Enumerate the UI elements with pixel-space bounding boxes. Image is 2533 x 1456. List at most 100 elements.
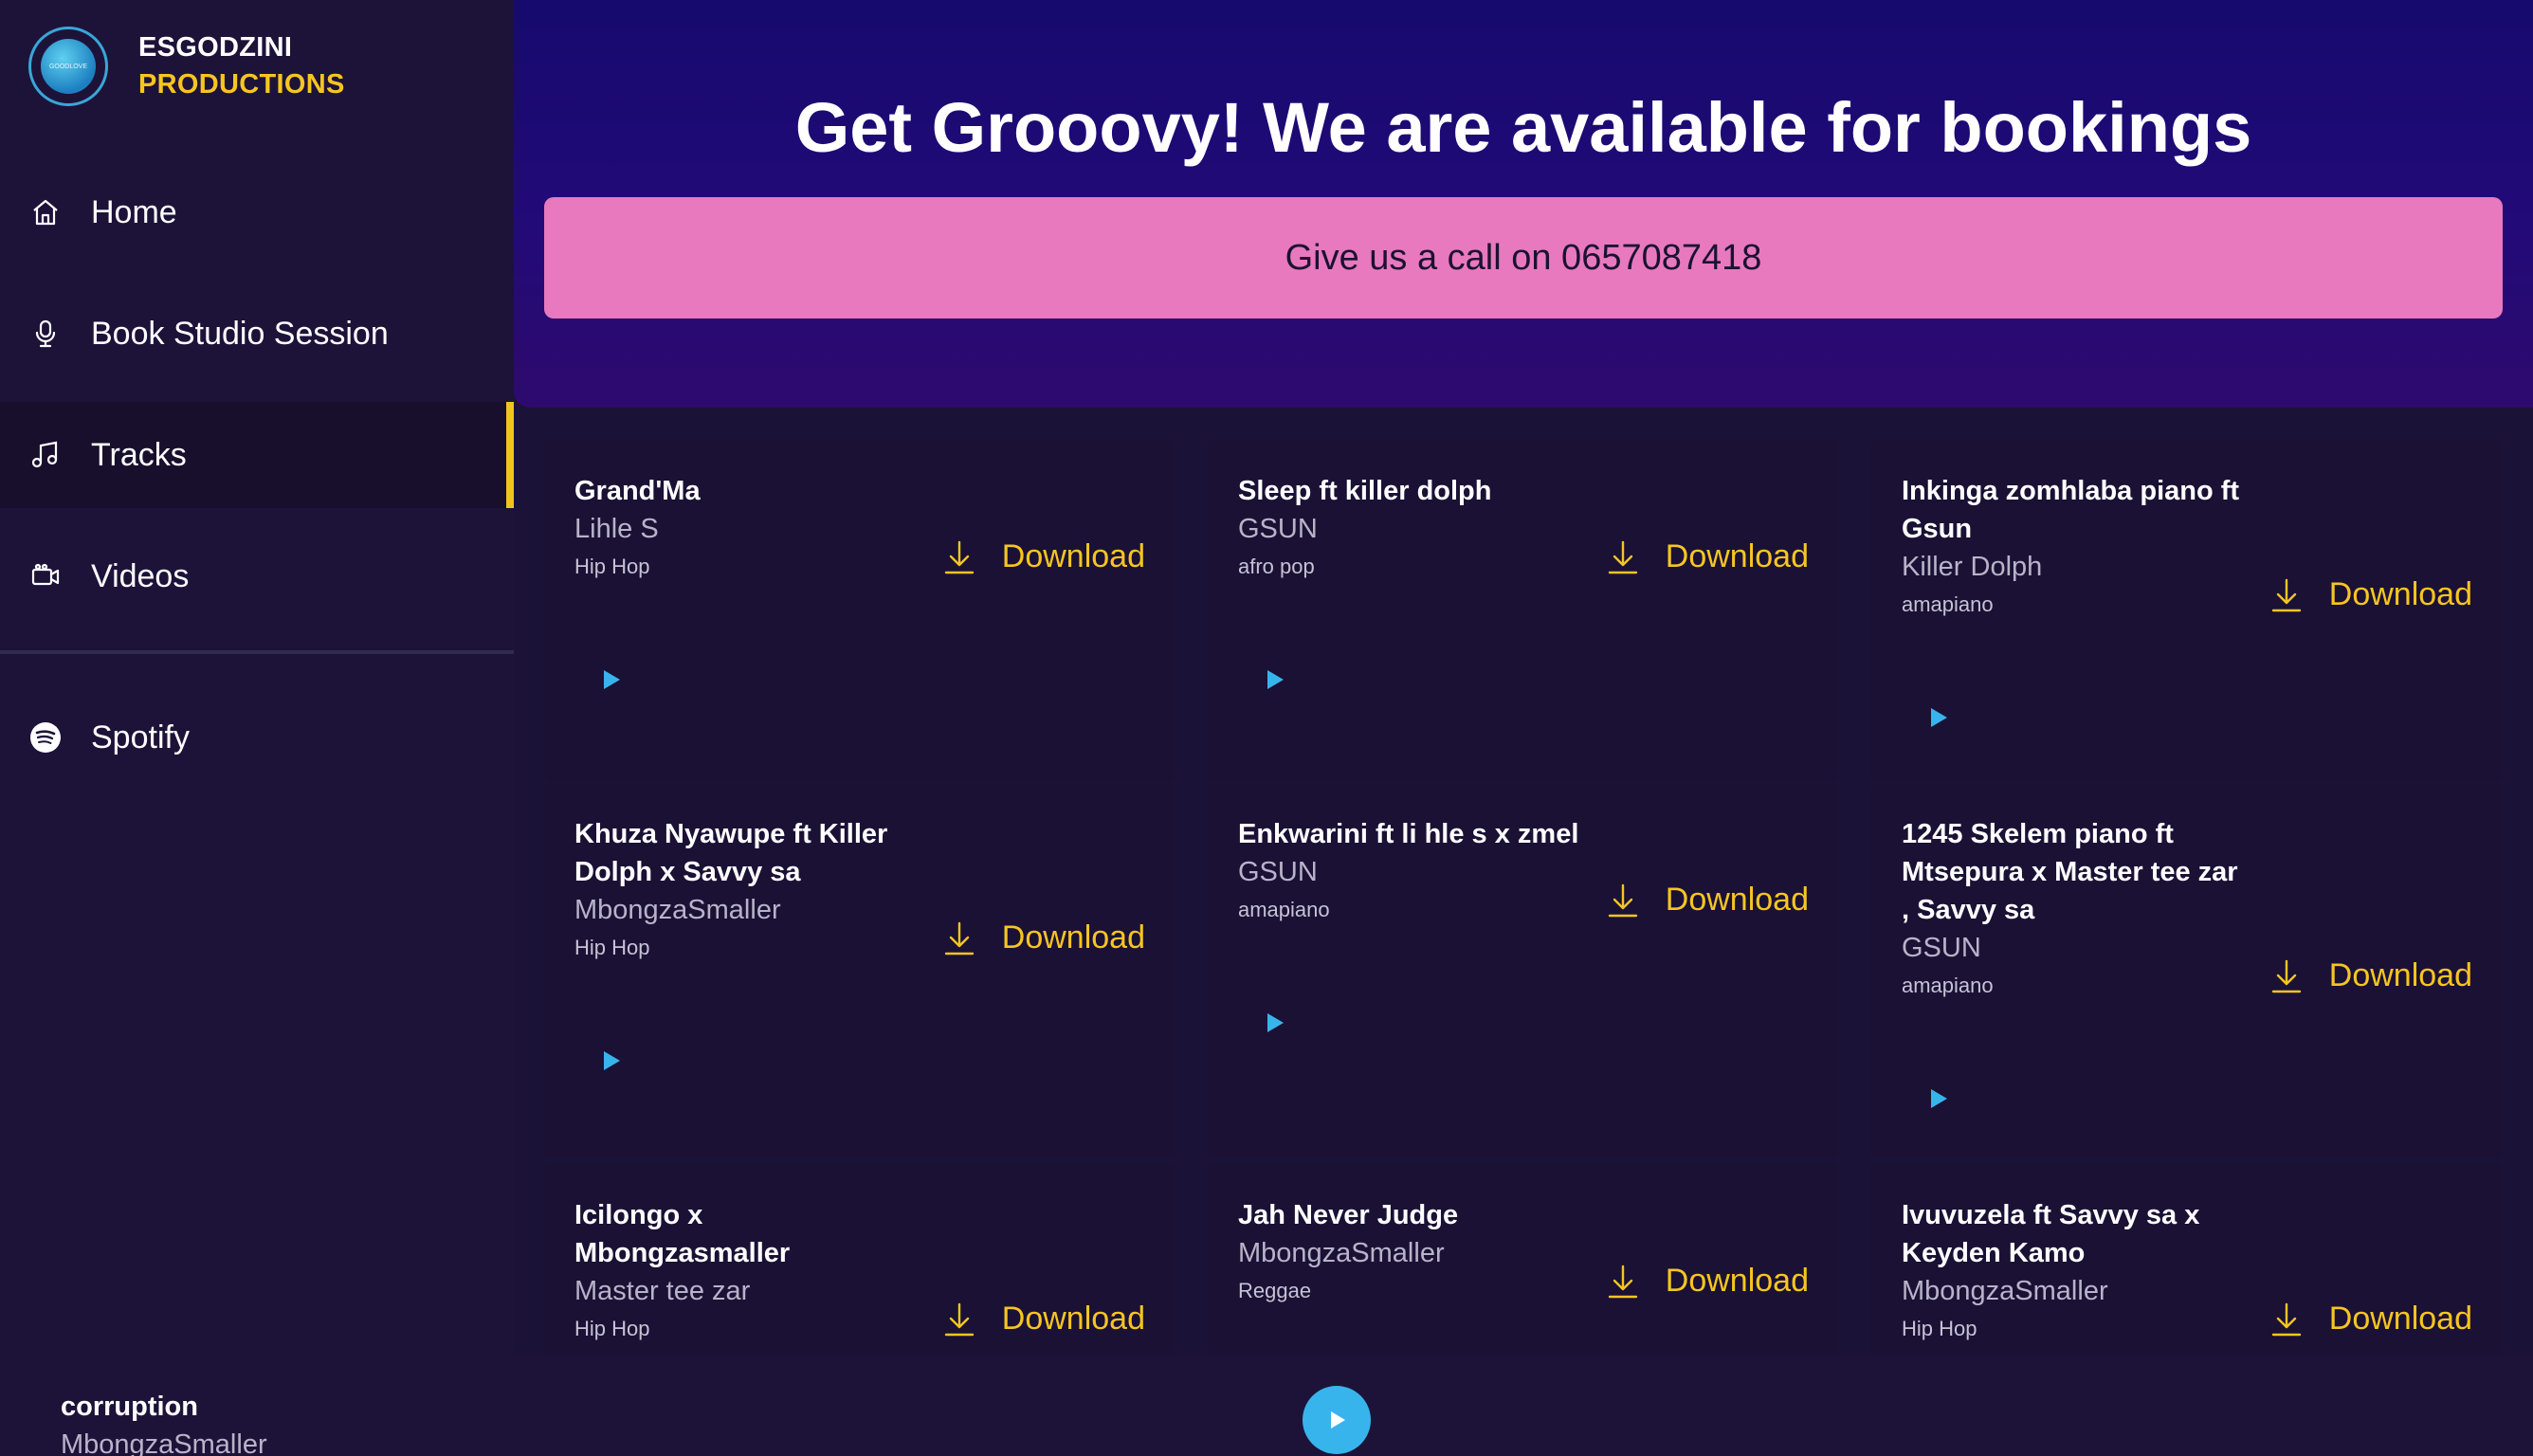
play-icon	[604, 1051, 620, 1070]
download-label: Download	[1001, 1301, 1145, 1337]
track-card: Enkwarini ft li hle s x zmel GSUN amapia…	[1208, 783, 1839, 1158]
track-artist: Killer Dolph	[1902, 552, 2043, 582]
download-button[interactable]: Download	[1607, 882, 1809, 919]
microphone-icon	[28, 317, 63, 351]
download-button[interactable]: Download	[943, 919, 1145, 956]
brand-name-line2: PRODUCTIONS	[138, 69, 345, 100]
download-label: Download	[1665, 538, 1809, 574]
brand-logo: GOODLOVE	[28, 27, 108, 106]
now-playing-bar: corruption MbongzaSmaller	[0, 1356, 2533, 1456]
track-card: Sleep ft killer dolph GSUN afro pop Down…	[1208, 440, 1839, 781]
track-info: Ivuvuzela ft Savvy sa x Keyden Kamo Mbon…	[1902, 1196, 2243, 1348]
play-icon	[1931, 1089, 1947, 1108]
track-title: 1245 Skelem piano ft Mtsepura x Master t…	[1902, 819, 2238, 925]
play-button[interactable]	[1263, 1010, 1287, 1040]
app-root: GOODLOVE ESGODZINI PRODUCTIONS Home Book…	[0, 0, 2533, 1456]
nav-item-tracks[interactable]: Tracks	[0, 402, 514, 508]
track-artist: MbongzaSmaller	[1902, 1276, 2108, 1306]
download-button[interactable]: Download	[2270, 1301, 2472, 1338]
download-label: Download	[1665, 1263, 1809, 1299]
track-genre: amapiano	[1238, 898, 1330, 921]
download-label: Download	[1665, 882, 1809, 918]
download-icon	[2271, 1302, 2301, 1336]
nav-label-home: Home	[91, 193, 177, 230]
music-note-icon	[28, 438, 63, 472]
track-info: Khuza Nyawupe ft Killer Dolph x Savvy sa…	[574, 815, 916, 967]
nav-divider	[0, 650, 514, 654]
download-icon	[1608, 883, 1637, 917]
track-artist: Lihle S	[574, 514, 659, 544]
track-card: Icilongo x Mbongzasmaller Master tee zar…	[544, 1164, 1175, 1356]
track-artist: GSUN	[1238, 857, 1318, 887]
sidebar: GOODLOVE ESGODZINI PRODUCTIONS Home Book…	[0, 0, 514, 1356]
track-title: Khuza Nyawupe ft Killer Dolph x Savvy sa	[574, 819, 888, 887]
download-button[interactable]: Download	[2270, 576, 2472, 613]
play-button[interactable]	[599, 1048, 624, 1078]
track-info: Grand'Ma Lihle S Hip Hop	[574, 472, 916, 586]
download-button[interactable]: Download	[943, 1301, 1145, 1338]
track-genre: Hip Hop	[574, 1317, 650, 1340]
brand-text: ESGODZINI PRODUCTIONS	[138, 32, 345, 100]
play-button[interactable]	[599, 667, 624, 697]
download-button[interactable]: Download	[1607, 1263, 1809, 1300]
track-title: Grand'Ma	[574, 476, 701, 506]
track-genre: Hip Hop	[1902, 1317, 1977, 1340]
video-camera-icon	[28, 559, 63, 593]
play-button[interactable]	[1926, 1086, 1951, 1116]
track-artist: GSUN	[1238, 514, 1318, 544]
track-title: Jah Never Judge	[1238, 1200, 1459, 1230]
nav-label-tracks: Tracks	[91, 436, 187, 473]
track-info: Icilongo x Mbongzasmaller Master tee zar…	[574, 1196, 916, 1348]
play-icon	[604, 670, 620, 689]
download-button[interactable]: Download	[1607, 538, 1809, 575]
track-info: Inkinga zomhlaba piano ft Gsun Killer Do…	[1902, 472, 2243, 624]
track-card: Inkinga zomhlaba piano ft Gsun Killer Do…	[1871, 440, 2503, 781]
home-icon	[28, 195, 63, 229]
booking-hero: Get Grooovy! We are available for bookin…	[514, 0, 2533, 408]
play-icon	[1931, 708, 1947, 727]
download-label: Download	[1001, 538, 1145, 574]
spotify-section: Spotify	[0, 684, 514, 806]
track-info: Jah Never Judge MbongzaSmaller Reggae	[1238, 1196, 1579, 1310]
download-icon	[2271, 578, 2301, 611]
play-button[interactable]	[1263, 667, 1287, 697]
download-icon	[1608, 1265, 1637, 1298]
track-card: Ivuvuzela ft Savvy sa x Keyden Kamo Mbon…	[1871, 1164, 2503, 1356]
call-button[interactable]: Give us a call on 0657087418	[544, 197, 2503, 318]
track-card: 1245 Skelem piano ft Mtsepura x Master t…	[1871, 783, 2503, 1158]
download-button[interactable]: Download	[943, 538, 1145, 575]
track-card: Grand'Ma Lihle S Hip Hop Download	[544, 440, 1175, 781]
track-artist: Master tee zar	[574, 1276, 751, 1306]
track-title: Enkwarini ft li hle s x zmel	[1238, 819, 1579, 849]
nav-item-videos[interactable]: Videos	[0, 523, 514, 629]
now-playing-title: corruption	[61, 1392, 198, 1422]
track-genre: Hip Hop	[574, 555, 650, 578]
main-nav: Home Book Studio Session Tracks Videos	[0, 159, 514, 645]
download-icon	[2271, 959, 2301, 992]
play-icon	[1331, 1411, 1345, 1429]
brand[interactable]: GOODLOVE ESGODZINI PRODUCTIONS	[28, 27, 345, 106]
play-button[interactable]	[1926, 705, 1951, 735]
play-icon	[1267, 670, 1284, 689]
track-artist: MbongzaSmaller	[1238, 1238, 1445, 1268]
logo-text: GOODLOVE	[41, 39, 96, 94]
track-info: Sleep ft killer dolph GSUN afro pop	[1238, 472, 1579, 586]
hero-title: Get Grooovy! We are available for bookin…	[794, 88, 2252, 167]
track-info: 1245 Skelem piano ft Mtsepura x Master t…	[1902, 815, 2243, 1005]
download-icon	[944, 540, 974, 573]
track-info: Enkwarini ft li hle s x zmel GSUN amapia…	[1238, 815, 1579, 929]
download-button[interactable]: Download	[2270, 957, 2472, 994]
track-card: Jah Never Judge MbongzaSmaller Reggae Do…	[1208, 1164, 1839, 1356]
nav-item-home[interactable]: Home	[0, 159, 514, 265]
download-label: Download	[2328, 957, 2472, 993]
track-genre: amapiano	[1902, 974, 1994, 997]
nav-label-book-studio-session: Book Studio Session	[91, 315, 389, 352]
track-title: Ivuvuzela ft Savvy sa x Keyden Kamo	[1902, 1200, 2200, 1268]
track-card: Khuza Nyawupe ft Killer Dolph x Savvy sa…	[544, 783, 1175, 1158]
play-icon	[1267, 1013, 1284, 1032]
download-label: Download	[2328, 1301, 2472, 1337]
download-label: Download	[2328, 576, 2472, 612]
nav-item-spotify[interactable]: Spotify	[0, 684, 514, 791]
player-play-button[interactable]	[1303, 1386, 1371, 1454]
nav-item-book-studio-session[interactable]: Book Studio Session	[0, 281, 514, 387]
